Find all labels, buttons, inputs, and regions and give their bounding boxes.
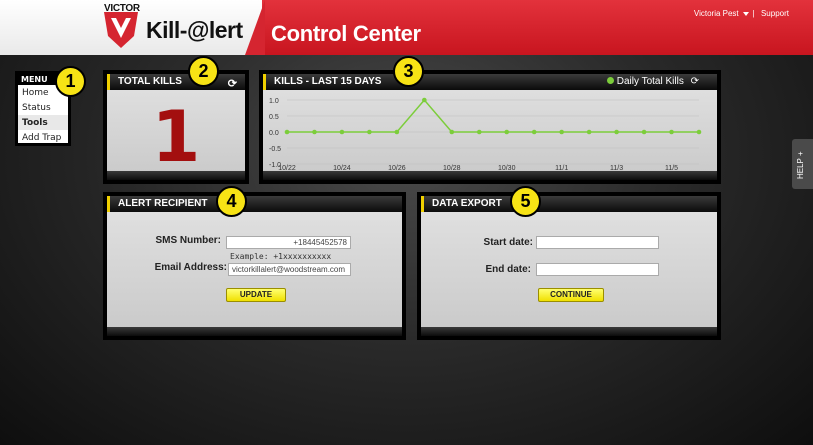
kills-chart-panel: KILLS - LAST 15 DAYS Daily Total Kills ⟳… [259, 70, 721, 184]
start-date-label: Start date: [483, 237, 533, 248]
total-kills-title: TOTAL KILLS [118, 76, 182, 87]
data-point [367, 129, 372, 135]
data-point [312, 129, 317, 135]
help-tab[interactable]: HELP + [792, 139, 813, 189]
header-separator: | [752, 9, 755, 18]
alert-recipient-panel: ALERT RECIPIENT SMS Number: +18445452578… [103, 192, 406, 340]
data-point [641, 129, 647, 135]
update-button[interactable]: UPDATE [226, 288, 286, 302]
start-date-field[interactable] [536, 236, 659, 249]
chevron-down-icon[interactable] [742, 11, 749, 16]
brand-victor: VICTOR [104, 3, 140, 14]
y-tick-label: -0.5 [269, 146, 281, 153]
menu-item-tools[interactable]: Tools [18, 115, 68, 130]
email-address-field[interactable]: victorkillalert@woodstream.com [228, 263, 351, 276]
panel-footer [263, 171, 717, 180]
brand-name: Kill-@lert [146, 17, 243, 43]
callout-2: 2 [188, 56, 219, 87]
legend-label: Daily Total Kills [616, 76, 684, 87]
refresh-icon[interactable]: ⟳ [691, 76, 699, 87]
data-point [559, 129, 564, 135]
email-address-label: Email Address: [154, 262, 227, 273]
legend-dot-icon [606, 77, 614, 84]
alert-recipient-panel-body: ALERT RECIPIENT SMS Number: +18445452578… [107, 196, 402, 336]
data-point [339, 129, 345, 135]
menu-item-add-trap[interactable]: Add Trap [18, 130, 68, 145]
menu-item-status[interactable]: Status [18, 100, 68, 115]
total-kills-panel-body: TOTAL KILLS ⟳ 1 [107, 74, 245, 180]
data-point [476, 129, 482, 135]
sms-number-field[interactable]: +18445452578 [226, 236, 351, 249]
data-point [422, 97, 427, 103]
refresh-icon[interactable]: ⟳ [228, 76, 237, 92]
callout-3: 3 [393, 56, 424, 87]
data-point [586, 129, 592, 135]
data-export-title: DATA EXPORT [432, 198, 502, 209]
panel-footer [107, 327, 402, 336]
callout-4: 4 [216, 186, 247, 217]
end-date-label: End date: [485, 264, 531, 275]
total-kills-panel: TOTAL KILLS ⟳ 1 [103, 70, 249, 184]
data-point [614, 129, 619, 135]
continue-button[interactable]: CONTINUE [538, 288, 604, 302]
app-title: Control Center [271, 21, 421, 46]
sms-number-label: SMS Number: [155, 235, 221, 246]
alert-recipient-title: ALERT RECIPIENT [118, 198, 208, 209]
user-links: Victoria Pest | Support [692, 9, 791, 18]
data-export-panel: DATA EXPORT Start date: End date: CONTIN… [417, 192, 721, 340]
y-tick-label: 1.0 [269, 98, 279, 105]
y-tick-label: 0.5 [269, 114, 279, 121]
data-export-header: DATA EXPORT [421, 196, 717, 212]
callout-5: 5 [510, 186, 541, 217]
support-link[interactable]: Support [761, 9, 789, 18]
data-export-panel-body: DATA EXPORT Start date: End date: CONTIN… [421, 196, 717, 336]
header-slant [245, 0, 265, 55]
header: VICTOR Kill-@lert Control Center Victori… [0, 0, 813, 55]
alert-recipient-header: ALERT RECIPIENT [107, 196, 402, 212]
kills-chart-title: KILLS - LAST 15 DAYS [274, 76, 382, 87]
callout-1: 1 [55, 66, 86, 97]
data-point [449, 129, 455, 135]
kills-line-chart: 1.00.50.0-0.5-1.010/22 10/24 10/26 10/28 10/… [269, 97, 702, 172]
panel-footer [107, 171, 245, 180]
victor-shield-logo-icon [104, 12, 138, 48]
y-tick-label: 0.0 [269, 130, 279, 137]
kills-chart-header: KILLS - LAST 15 DAYS Daily Total Kills ⟳ [263, 74, 717, 90]
data-point [394, 129, 400, 135]
kills-chart-panel-body: KILLS - LAST 15 DAYS Daily Total Kills ⟳… [263, 74, 717, 180]
sms-number-hint: Example: +1xxxxxxxxxx [230, 252, 332, 261]
help-tab-label: HELP + [796, 151, 805, 179]
total-kills-value: 1 [151, 96, 201, 178]
data-point [284, 129, 290, 135]
panel-footer [421, 327, 717, 336]
data-point [504, 129, 510, 135]
end-date-field[interactable] [536, 263, 659, 276]
chart-legend: Daily Total Kills ⟳ [606, 74, 699, 90]
data-point [696, 129, 702, 135]
total-kills-header: TOTAL KILLS ⟳ [107, 74, 245, 90]
user-name-link[interactable]: Victoria Pest [694, 9, 739, 18]
data-point [531, 129, 537, 135]
data-point [669, 129, 674, 135]
